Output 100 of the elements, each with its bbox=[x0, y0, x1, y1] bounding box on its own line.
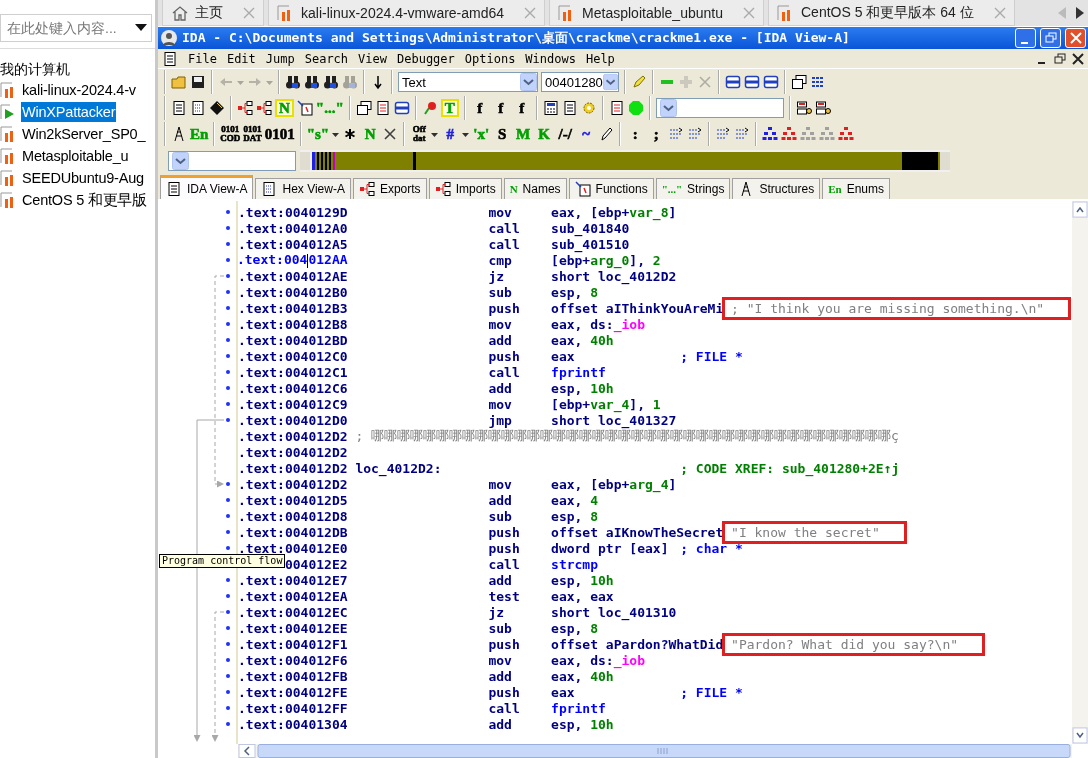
database-icon[interactable] bbox=[795, 100, 812, 116]
toolbar-button[interactable]: N bbox=[275, 99, 294, 117]
tree-item[interactable]: Win2kServer_SP0_ bbox=[21, 124, 147, 144]
tree-root-label[interactable]: 我的计算机 bbox=[0, 59, 155, 79]
minimize-button[interactable] bbox=[1015, 28, 1036, 48]
list-icon[interactable] bbox=[810, 74, 826, 90]
search-field[interactable]: 在此处键入内容... bbox=[0, 14, 152, 42]
scroll-right-icon[interactable] bbox=[1076, 7, 1084, 19]
arrows-icon[interactable] bbox=[668, 126, 685, 142]
view-tab[interactable]: IDA View-A bbox=[160, 175, 254, 199]
tree-item[interactable]: kali-linux-2024.4-v bbox=[21, 80, 137, 100]
menu-item[interactable]: View bbox=[358, 51, 387, 66]
browser-tab[interactable]: Metasploitable_ubuntu bbox=[549, 0, 764, 26]
calculator-icon[interactable] bbox=[542, 100, 559, 116]
arrows-icon[interactable] bbox=[715, 126, 732, 142]
comment: ; FILE * bbox=[680, 684, 743, 700]
toolbar-button[interactable]: T bbox=[440, 99, 459, 117]
menu-item[interactable]: Options bbox=[464, 51, 516, 66]
tree-item[interactable]: SEEDUbuntu9-Aug bbox=[21, 168, 145, 188]
vertical-scrollbar[interactable] bbox=[1072, 201, 1088, 744]
navigation-band[interactable] bbox=[300, 150, 950, 172]
document-icon[interactable] bbox=[171, 100, 187, 116]
view-tab[interactable]: Structures bbox=[732, 178, 821, 199]
menu-item[interactable]: File bbox=[188, 51, 217, 66]
toolbar-button[interactable]: 0101 DAT bbox=[243, 124, 262, 144]
windows-icon[interactable] bbox=[763, 74, 779, 90]
operand: short loc_401327 bbox=[551, 412, 678, 428]
page-arrow-icon[interactable] bbox=[296, 100, 313, 116]
horizontal-scrollbar[interactable] bbox=[238, 744, 1072, 758]
toolbar-button[interactable]: f bbox=[512, 98, 531, 118]
database-icon[interactable] bbox=[814, 100, 831, 116]
pencil-icon[interactable] bbox=[598, 126, 615, 142]
tree-item[interactable]: WinXPattacker bbox=[21, 102, 117, 122]
toolbar-button[interactable]: 0101 bbox=[264, 124, 295, 144]
flower-icon[interactable] bbox=[421, 100, 438, 116]
view-tab[interactable]: Exports bbox=[352, 178, 427, 199]
tree-icon[interactable] bbox=[256, 100, 272, 116]
view-tab[interactable]: "..." Strings bbox=[655, 178, 731, 199]
stacked-windows-icon[interactable] bbox=[791, 74, 807, 90]
hierarchy-icon[interactable] bbox=[762, 126, 779, 142]
hierarchy-icon[interactable] bbox=[838, 126, 855, 142]
cross-icon[interactable] bbox=[382, 126, 399, 142]
tree-item[interactable]: Metasploitable_u bbox=[21, 146, 130, 166]
close-icon[interactable] bbox=[1072, 52, 1084, 65]
windows-icon[interactable] bbox=[393, 100, 410, 116]
toolbar-button[interactable]: S bbox=[493, 124, 512, 144]
arrows-icon[interactable] bbox=[734, 126, 751, 142]
view-tab[interactable]: N Names bbox=[503, 178, 567, 199]
menu-item[interactable]: Search bbox=[304, 51, 349, 66]
tree-icon[interactable] bbox=[237, 100, 253, 116]
view-tab[interactable]: Hex View-A bbox=[255, 178, 351, 199]
hex-document-icon[interactable] bbox=[190, 100, 206, 116]
binoculars-icon[interactable] bbox=[285, 74, 301, 90]
document-icon[interactable] bbox=[374, 100, 391, 116]
dropdown-arrow-icon[interactable] bbox=[135, 24, 147, 32]
restore-button[interactable] bbox=[1040, 28, 1061, 48]
address: .text:004012AE bbox=[238, 268, 348, 284]
view-tab[interactable]: Imports bbox=[428, 178, 502, 199]
menu-item[interactable]: Jump bbox=[265, 51, 295, 66]
menu-item[interactable]: Help bbox=[585, 51, 615, 66]
toolbar-button[interactable]: f bbox=[491, 98, 510, 118]
windows-icon[interactable] bbox=[744, 74, 760, 90]
toolbar-button[interactable]: Off dat bbox=[410, 124, 429, 144]
document-icon[interactable] bbox=[561, 100, 578, 116]
toolbar-button[interactable]: /-/ bbox=[556, 124, 575, 144]
highlighter-icon[interactable] bbox=[631, 74, 647, 90]
chip-icon[interactable] bbox=[209, 100, 225, 116]
menu-item[interactable]: Debugger bbox=[397, 51, 455, 66]
menu-item[interactable]: Edit bbox=[226, 51, 256, 66]
browser-tab[interactable]: kali-linux-2024.4-vmware-amd64 bbox=[268, 0, 546, 26]
operand: short loc_4012D2 bbox=[551, 268, 678, 284]
restore-icon[interactable] bbox=[1054, 52, 1066, 65]
menu-item[interactable]: Windows bbox=[525, 51, 576, 66]
instruction-marker bbox=[226, 290, 230, 294]
dropdown-field[interactable]: Text bbox=[398, 72, 538, 92]
browser-tab[interactable]: 主页 bbox=[162, 0, 264, 26]
toolbar-button[interactable]: ; bbox=[647, 124, 666, 144]
arrows-icon[interactable] bbox=[687, 126, 704, 142]
dropdown-field[interactable] bbox=[168, 151, 296, 171]
dropdown-field[interactable] bbox=[655, 98, 784, 118]
toolbar-button[interactable]: f bbox=[470, 98, 489, 118]
stacked-windows-icon[interactable] bbox=[355, 100, 372, 116]
toolbar-button[interactable]: 0101 COD bbox=[220, 124, 241, 144]
toolbar-button[interactable]: ~ bbox=[577, 124, 596, 144]
browser-tab[interactable]: CentOS 5 和更早版本 64 位 bbox=[768, 0, 1015, 26]
binoculars-icon[interactable] bbox=[323, 74, 339, 90]
toolbar-button[interactable]: # bbox=[441, 124, 460, 144]
document-icon[interactable] bbox=[608, 100, 625, 116]
address: .text:004012D2 bbox=[238, 444, 348, 460]
toolbar-button[interactable]: : bbox=[626, 124, 645, 144]
operand: fprintf bbox=[551, 364, 607, 380]
antenna-icon[interactable] bbox=[171, 126, 187, 142]
hierarchy-icon[interactable] bbox=[781, 126, 798, 142]
view-tab[interactable]: En Enums bbox=[822, 178, 890, 199]
close-button[interactable] bbox=[1065, 28, 1086, 48]
binoculars-icon[interactable] bbox=[304, 74, 320, 90]
view-tab[interactable]: Functions bbox=[568, 178, 654, 199]
tree-item[interactable]: CentOS 5 和更早版 bbox=[21, 190, 149, 210]
dropdown-field[interactable]: 00401280 bbox=[541, 72, 619, 92]
windows-icon[interactable] bbox=[725, 74, 741, 90]
